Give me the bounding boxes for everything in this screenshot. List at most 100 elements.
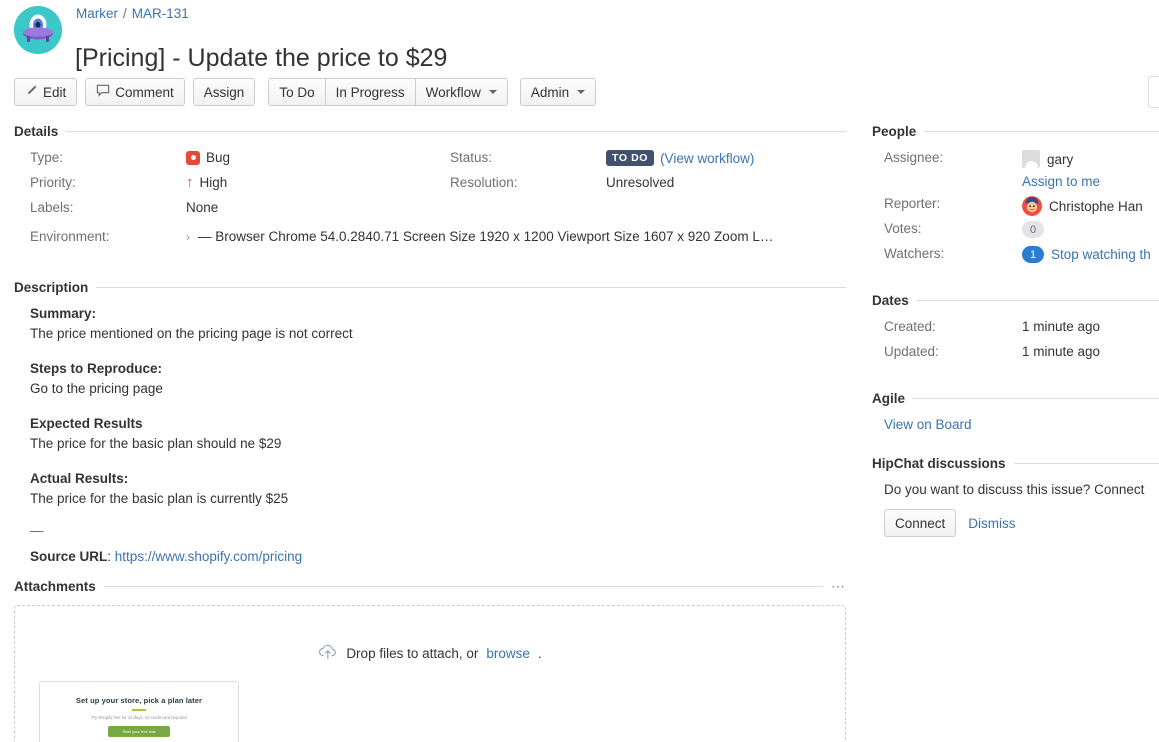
- assign-to-me-link[interactable]: Assign to me: [1022, 174, 1100, 189]
- workflow-dropdown-button[interactable]: Workflow: [416, 78, 508, 106]
- attachment-thumbnail[interactable]: Set up your store, pick a plan later Try…: [39, 681, 239, 742]
- dropzone-text: Drop files to attach, or: [346, 646, 478, 661]
- arrow-up-icon: ↑: [186, 175, 194, 190]
- people-row-assignee: Assignee: gary: [872, 150, 1159, 175]
- dates-section-header: Dates: [872, 293, 1159, 308]
- hipchat-divider: [1014, 463, 1159, 464]
- dropzone-message: Drop files to attach, or browse.: [15, 643, 845, 663]
- browse-link[interactable]: browse: [486, 646, 530, 661]
- issue-toolbar: Edit Comment Assign To Do In Progress Wo…: [14, 78, 596, 106]
- details-column-left: Type: Bug Priority: ↑ High Labels: None: [14, 150, 434, 225]
- toolbar-overflow-panel[interactable]: [1148, 76, 1159, 108]
- summary-heading: Summary:: [30, 304, 846, 323]
- breadcrumb-issue-link[interactable]: MAR-131: [132, 6, 189, 21]
- detail-row-status: Status: TO DO (View workflow): [434, 150, 846, 175]
- hipchat-section-title: HipChat discussions: [872, 456, 1014, 471]
- updated-label: Updated:: [872, 344, 1022, 359]
- attachment-dropzone[interactable]: Drop files to attach, or browse. Set up …: [14, 605, 846, 742]
- edit-button-label: Edit: [43, 85, 66, 100]
- attachments-section-header: Attachments ⋯: [14, 578, 846, 595]
- thumbnail-cta-button: Start your free trial: [108, 726, 170, 737]
- ellipsis-icon[interactable]: ⋯: [831, 578, 846, 595]
- details-divider: [66, 131, 846, 132]
- dates-divider: [917, 300, 1159, 301]
- status-badge: TO DO: [606, 150, 654, 166]
- pencil-icon: [25, 84, 38, 100]
- assign-to-me-row: Assign to me: [872, 173, 1159, 191]
- hipchat-section: HipChat discussions Do you want to discu…: [872, 456, 1159, 537]
- chevron-down-icon: [489, 90, 497, 94]
- alien-ufo-logo-icon: [14, 6, 62, 54]
- type-value: Bug: [186, 150, 230, 165]
- labels-label: Labels:: [14, 200, 186, 215]
- people-row-reporter: Reporter: Christoph: [872, 196, 1159, 221]
- edit-button[interactable]: Edit: [14, 78, 77, 106]
- blank-avatar-icon: [1022, 150, 1040, 168]
- agile-links: View on Board: [872, 416, 1159, 434]
- hipchat-prompt: Do you want to discuss this issue? Conne…: [872, 482, 1159, 497]
- attachments-divider: [104, 586, 823, 587]
- chevron-right-icon[interactable]: ›: [186, 230, 198, 244]
- hipchat-actions: Connect Dismiss: [872, 509, 1159, 537]
- dates-row-created: Created: 1 minute ago: [872, 319, 1159, 344]
- expected-results-text: The price for the basic plan should ne $…: [30, 434, 846, 453]
- people-row-watchers: Watchers: 1 Stop watching th: [872, 246, 1159, 271]
- source-url-colon: :: [107, 549, 111, 564]
- detail-row-type: Type: Bug: [14, 150, 434, 175]
- in-progress-button-label: In Progress: [336, 85, 405, 100]
- agile-section-title: Agile: [872, 391, 913, 406]
- details-section-header: Details: [14, 124, 846, 139]
- actual-results-heading: Actual Results:: [30, 469, 846, 488]
- priority-value-text: High: [200, 175, 228, 190]
- comment-button-label: Comment: [115, 85, 174, 100]
- status-value: TO DO (View workflow): [606, 150, 754, 166]
- type-label: Type:: [14, 150, 186, 165]
- dates-grid: Created: 1 minute ago Updated: 1 minute …: [872, 319, 1159, 369]
- description-divider: [96, 287, 846, 288]
- view-workflow-link[interactable]: (View workflow): [660, 151, 754, 166]
- todo-transition-button[interactable]: To Do: [268, 78, 325, 106]
- actual-results-text: The price for the basic plan is currentl…: [30, 489, 846, 508]
- agile-section-header: Agile: [872, 391, 1159, 406]
- detail-row-environment: Environment: › — Browser Chrome 54.0.284…: [14, 229, 846, 244]
- admin-dropdown-button[interactable]: Admin: [520, 78, 596, 106]
- environment-value: — Browser Chrome 54.0.2840.71 Screen Siz…: [198, 229, 773, 244]
- speech-bubble-icon: [96, 84, 110, 100]
- comment-button[interactable]: Comment: [85, 78, 185, 106]
- detail-row-labels: Labels: None: [14, 200, 434, 225]
- steps-text: Go to the pricing page: [30, 379, 846, 398]
- description-section-title: Description: [14, 280, 96, 295]
- workflow-button-label: Workflow: [426, 85, 481, 100]
- hipchat-section-header: HipChat discussions: [872, 456, 1159, 471]
- source-url-link[interactable]: https://www.shopify.com/pricing: [115, 549, 302, 564]
- assign-button[interactable]: Assign: [193, 78, 256, 106]
- attachments-section: Attachments ⋯ Drop files to attach, or b…: [14, 578, 846, 742]
- details-section-title: Details: [14, 124, 66, 139]
- people-row-votes: Votes: 0: [872, 221, 1159, 246]
- issue-header: Marker/MAR-131 [Pricing] - Update the pr…: [0, 0, 1159, 72]
- thumbnail-content: Set up your store, pick a plan later Try…: [40, 682, 238, 737]
- bug-icon: [186, 151, 200, 165]
- hipchat-connect-button[interactable]: Connect: [884, 509, 956, 537]
- people-section-title: People: [872, 124, 924, 139]
- reporter-label: Reporter:: [872, 196, 1022, 211]
- attachments-section-title: Attachments: [14, 579, 104, 594]
- view-on-board-link[interactable]: View on Board: [884, 417, 972, 432]
- page-title: [Pricing] - Update the price to $29: [75, 42, 447, 74]
- details-section: Details Type: Bug Priority: ↑ High: [14, 124, 846, 244]
- votes-label: Votes:: [872, 221, 1022, 236]
- created-label: Created:: [872, 319, 1022, 334]
- dates-section-title: Dates: [872, 293, 917, 308]
- dates-section: Dates Created: 1 minute ago Updated: 1 m…: [872, 293, 1159, 369]
- breadcrumb-project-link[interactable]: Marker: [76, 6, 118, 21]
- in-progress-transition-button[interactable]: In Progress: [326, 78, 416, 106]
- reporter-value: Christophe Han: [1022, 196, 1143, 216]
- details-grid: Type: Bug Priority: ↑ High Labels: None: [14, 150, 846, 225]
- people-section: People Assignee: gary Assign to me: [872, 124, 1159, 271]
- breadcrumb: Marker/MAR-131: [76, 6, 189, 22]
- stop-watching-link[interactable]: Stop watching th: [1051, 247, 1151, 262]
- resolution-value: Unresolved: [606, 175, 674, 190]
- updated-value: 1 minute ago: [1022, 344, 1100, 359]
- hipchat-dismiss-link[interactable]: Dismiss: [968, 516, 1015, 531]
- people-section-header: People: [872, 124, 1159, 139]
